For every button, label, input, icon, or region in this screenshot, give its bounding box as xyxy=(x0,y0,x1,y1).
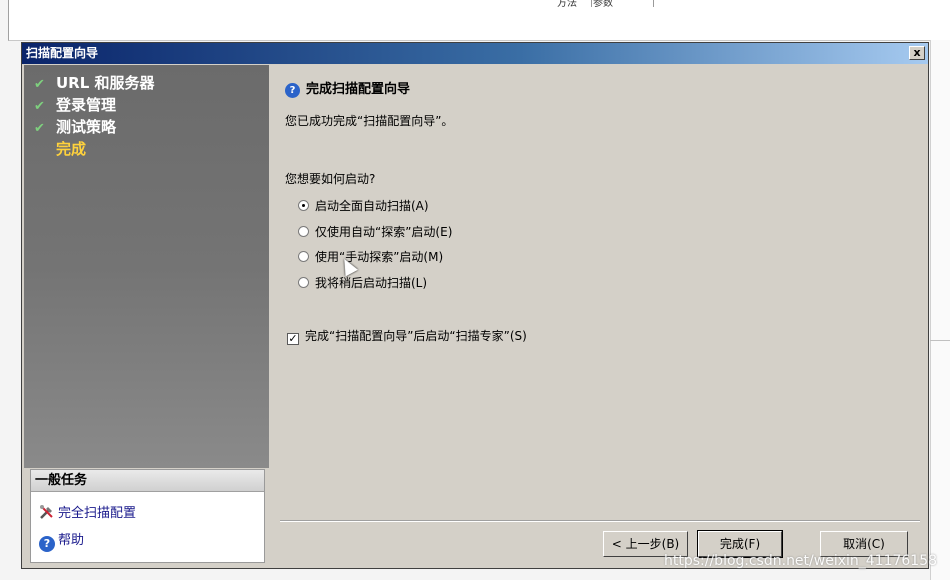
task-full-scan-config[interactable]: 完全扫描配置 xyxy=(39,504,136,523)
background-right-pane xyxy=(930,40,950,580)
button-separator xyxy=(280,520,920,522)
background-table-area: 方法 参数 xyxy=(8,0,950,41)
success-message: 您已成功完成“扫描配置向导”。 xyxy=(285,114,454,128)
scan-config-wizard-dialog: 扫描配置向导 x ✔ URL 和服务器 ✔ 登录管理 ✔ 测试策略 ✔完成 一般任务 … xyxy=(21,42,929,569)
option-full-auto-scan[interactable]: 启动全面自动扫描(A) xyxy=(298,198,429,214)
heading-text: 完成扫描配置向导 xyxy=(306,82,411,97)
step-label: 完成 xyxy=(56,140,87,158)
radio-unselected[interactable] xyxy=(298,226,309,237)
wizard-content: ? 完成扫描配置向导 您已成功完成“扫描配置向导”。 您想要如何启动? 启动全面自… xyxy=(270,65,926,565)
task-help[interactable]: ? 帮助 xyxy=(39,532,84,552)
close-button[interactable]: x xyxy=(909,46,925,60)
option-auto-explore[interactable]: 仅使用自动“探索”启动(E) xyxy=(298,224,452,240)
step-test-policy[interactable]: ✔ 测试策略 xyxy=(34,117,116,139)
check-icon: ✔ xyxy=(34,99,45,114)
step-url-servers[interactable]: ✔ URL 和服务器 xyxy=(34,73,155,95)
watermark: https://blog.csdn.net/weixin_41176158 xyxy=(664,553,938,569)
start-question: 您想要如何启动? xyxy=(285,172,376,186)
start-scan-expert-checkbox[interactable]: ✓ 完成“扫描配置向导”后启动“扫描专家”(S) xyxy=(287,328,527,345)
task-label: 帮助 xyxy=(58,533,85,548)
background-divider xyxy=(930,340,950,341)
option-manual-explore[interactable]: 使用“手动探索”启动(M) xyxy=(298,249,443,265)
wizard-steps-panel: ✔ URL 和服务器 ✔ 登录管理 ✔ 测试策略 ✔完成 xyxy=(24,65,269,468)
tools-icon xyxy=(39,504,55,520)
general-tasks-panel: 一般任务 完全扫描配置 ? 帮助 xyxy=(30,469,265,563)
step-label: URL 和服务器 xyxy=(56,74,155,92)
step-label: 测试策略 xyxy=(56,118,117,136)
dialog-titlebar[interactable]: 扫描配置向导 x xyxy=(22,43,928,64)
radio-unselected[interactable] xyxy=(298,277,309,288)
option-label: 使用“手动探索”启动(M) xyxy=(315,250,444,264)
step-finish[interactable]: ✔完成 xyxy=(34,139,86,161)
check-icon: ✔ xyxy=(34,77,45,92)
tasks-header: 一般任务 xyxy=(31,470,264,492)
content-heading: ? 完成扫描配置向导 xyxy=(285,81,410,99)
dialog-title: 扫描配置向导 xyxy=(26,46,99,60)
close-icon: x xyxy=(913,46,921,59)
option-label: 仅使用自动“探索”启动(E) xyxy=(315,225,453,239)
option-label: 我将稍后启动扫描(L) xyxy=(315,276,428,290)
background-column-method[interactable]: 方法 xyxy=(557,0,592,7)
help-icon: ? xyxy=(285,83,300,98)
option-label: 启动全面自动扫描(A) xyxy=(315,199,429,213)
step-login-management[interactable]: ✔ 登录管理 xyxy=(34,95,116,117)
radio-selected[interactable] xyxy=(298,200,309,211)
background-column-params[interactable]: 参数 xyxy=(593,0,654,7)
help-icon: ? xyxy=(39,536,55,552)
task-label: 完全扫描配置 xyxy=(58,506,137,521)
option-start-later[interactable]: 我将稍后启动扫描(L) xyxy=(298,275,427,291)
checkbox-checked[interactable]: ✓ xyxy=(287,333,299,345)
radio-unselected[interactable] xyxy=(298,251,309,262)
checkbox-label: 完成“扫描配置向导”后启动“扫描专家”(S) xyxy=(305,329,527,343)
check-icon: ✔ xyxy=(34,121,45,136)
step-label: 登录管理 xyxy=(56,96,117,114)
